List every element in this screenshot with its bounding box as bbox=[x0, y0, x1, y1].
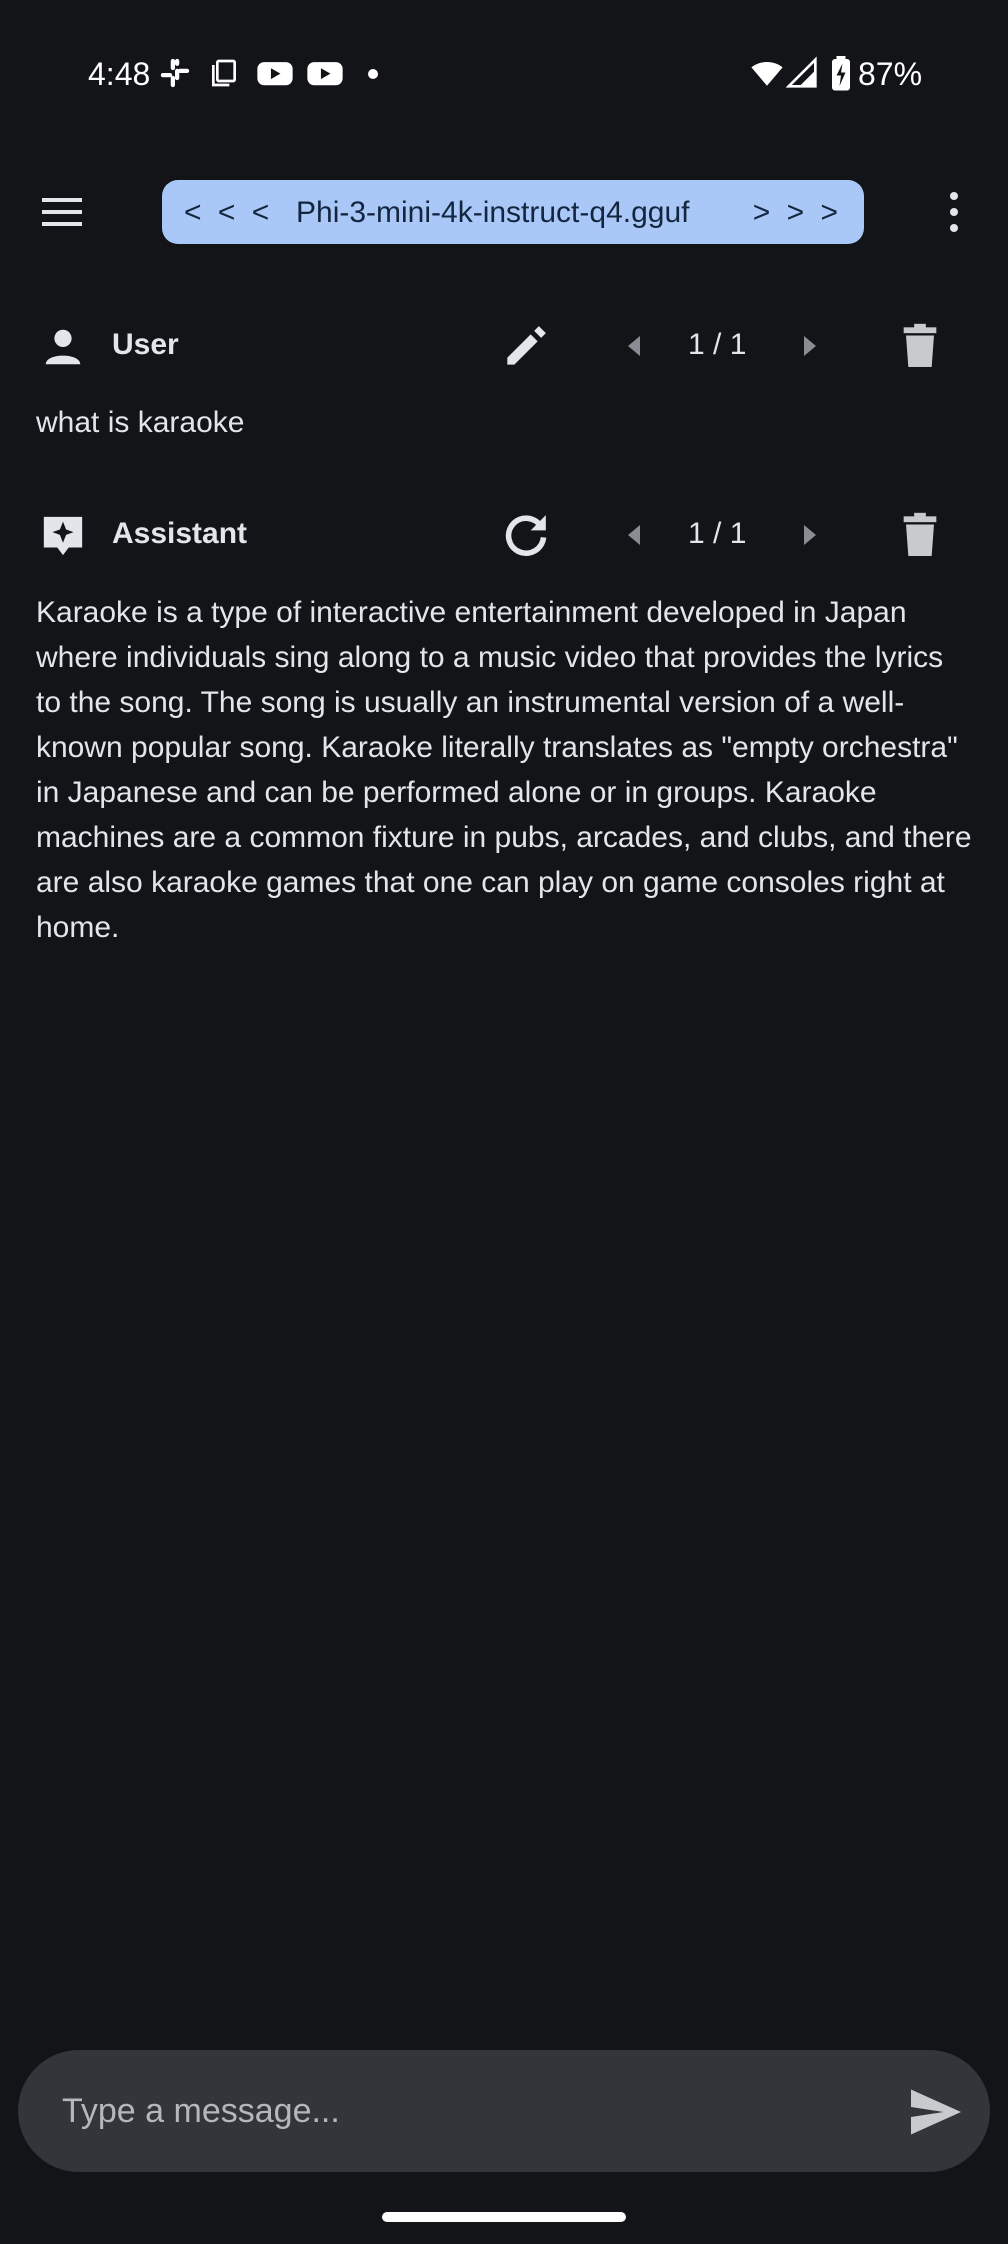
slack-icon bbox=[160, 58, 190, 88]
person-icon bbox=[45, 329, 81, 365]
chevron-left-icon[interactable] bbox=[620, 517, 648, 553]
regenerate-icon[interactable] bbox=[498, 507, 554, 563]
chevron-right-icon[interactable] bbox=[796, 517, 824, 553]
next-model-button[interactable]: > > > bbox=[753, 196, 842, 230]
youtube-icon bbox=[257, 62, 293, 86]
user-message-header: User 1 / 1 bbox=[0, 306, 1008, 386]
previous-model-button[interactable]: < < < bbox=[184, 196, 273, 230]
wifi-icon bbox=[751, 62, 783, 86]
user-message-text: what is karaoke bbox=[36, 406, 245, 439]
battery-charging-icon bbox=[832, 56, 850, 91]
version-counter: 1 / 1 bbox=[688, 517, 747, 550]
message-input[interactable] bbox=[62, 2084, 882, 2138]
dot-icon bbox=[368, 69, 378, 79]
copy-icon bbox=[212, 59, 236, 87]
chat-screen: 4:48 87% < < < Phi-3-mini-4k-instruct-q4… bbox=[0, 0, 1008, 2244]
edit-icon[interactable] bbox=[498, 318, 554, 374]
delete-icon[interactable] bbox=[892, 507, 948, 563]
assistant-sparkle-icon bbox=[43, 516, 83, 556]
model-selector[interactable]: < < < Phi-3-mini-4k-instruct-q4.gguf > >… bbox=[162, 180, 864, 244]
home-indicator[interactable] bbox=[382, 2212, 626, 2222]
message-composer bbox=[18, 2050, 990, 2172]
more-vert-icon[interactable] bbox=[936, 188, 972, 236]
status-bar: 4:48 87% bbox=[0, 0, 1008, 150]
app-bar: < < < Phi-3-mini-4k-instruct-q4.gguf > >… bbox=[0, 170, 1008, 254]
battery-percent: 87% bbox=[858, 56, 923, 92]
status-time: 4:48 bbox=[88, 56, 151, 92]
chevron-right-icon[interactable] bbox=[796, 328, 824, 364]
delete-icon[interactable] bbox=[892, 318, 948, 374]
youtube-icon bbox=[307, 62, 343, 86]
send-icon[interactable] bbox=[906, 2082, 966, 2142]
signal-icon bbox=[786, 56, 817, 88]
chevron-left-icon[interactable] bbox=[620, 328, 648, 364]
version-counter: 1 / 1 bbox=[688, 328, 747, 361]
menu-icon[interactable] bbox=[36, 188, 88, 236]
model-name: Phi-3-mini-4k-instruct-q4.gguf bbox=[296, 196, 690, 229]
assistant-message-header: Assistant 1 / 1 bbox=[0, 495, 1008, 575]
assistant-message-text: Karaoke is a type of interactive enterta… bbox=[36, 596, 972, 944]
role-label: Assistant bbox=[112, 517, 248, 550]
role-label: User bbox=[112, 328, 179, 361]
